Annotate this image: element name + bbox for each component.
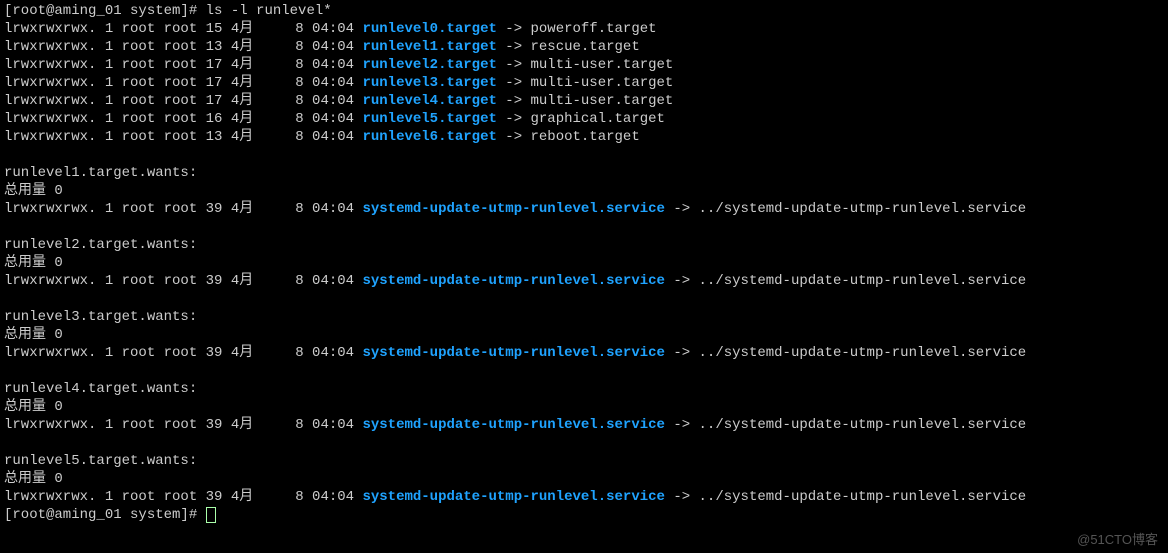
list-item: lrwxrwxrwx. 1 root root 15 4月 8 04:04 ru…	[4, 20, 1164, 38]
list-item: lrwxrwxrwx. 1 root root 17 4月 8 04:04 ru…	[4, 56, 1164, 74]
blank-line	[4, 362, 1164, 380]
dir-header: runlevel3.target.wants:	[4, 308, 1164, 326]
watermark-label: @51CTO博客	[1077, 531, 1158, 549]
blank-line	[4, 290, 1164, 308]
dir-total: 总用量 0	[4, 326, 1164, 344]
list-item: lrwxrwxrwx. 1 root root 16 4月 8 04:04 ru…	[4, 110, 1164, 128]
list-item: lrwxrwxrwx. 1 root root 13 4月 8 04:04 ru…	[4, 128, 1164, 146]
list-item: lrwxrwxrwx. 1 root root 13 4月 8 04:04 ru…	[4, 38, 1164, 56]
list-item: lrwxrwxrwx. 1 root root 17 4月 8 04:04 ru…	[4, 74, 1164, 92]
blank-line	[4, 218, 1164, 236]
list-item: lrwxrwxrwx. 1 root root 39 4月 8 04:04 sy…	[4, 200, 1164, 218]
list-item: lrwxrwxrwx. 1 root root 39 4月 8 04:04 sy…	[4, 416, 1164, 434]
dir-header: runlevel5.target.wants:	[4, 452, 1164, 470]
dir-total: 总用量 0	[4, 398, 1164, 416]
blank-line	[4, 146, 1164, 164]
dir-total: 总用量 0	[4, 254, 1164, 272]
command-line: [root@aming_01 system]# ls -l runlevel*	[4, 2, 1164, 20]
shell-prompt: [root@aming_01 system]#	[4, 507, 206, 523]
cursor-icon	[206, 507, 216, 523]
dir-total: 总用量 0	[4, 470, 1164, 488]
list-item: lrwxrwxrwx. 1 root root 17 4月 8 04:04 ru…	[4, 92, 1164, 110]
dir-header: runlevel1.target.wants:	[4, 164, 1164, 182]
shell-prompt: [root@aming_01 system]#	[4, 3, 206, 19]
list-item: lrwxrwxrwx. 1 root root 39 4月 8 04:04 sy…	[4, 272, 1164, 290]
blank-line	[4, 434, 1164, 452]
list-item: lrwxrwxrwx. 1 root root 39 4月 8 04:04 sy…	[4, 488, 1164, 506]
dir-total: 总用量 0	[4, 182, 1164, 200]
command-line[interactable]: [root@aming_01 system]#	[4, 506, 1164, 524]
dir-header: runlevel4.target.wants:	[4, 380, 1164, 398]
dir-header: runlevel2.target.wants:	[4, 236, 1164, 254]
command-text: ls -l runlevel*	[206, 3, 332, 19]
terminal-output[interactable]: [root@aming_01 system]# ls -l runlevel*l…	[0, 0, 1168, 526]
list-item: lrwxrwxrwx. 1 root root 39 4月 8 04:04 sy…	[4, 344, 1164, 362]
